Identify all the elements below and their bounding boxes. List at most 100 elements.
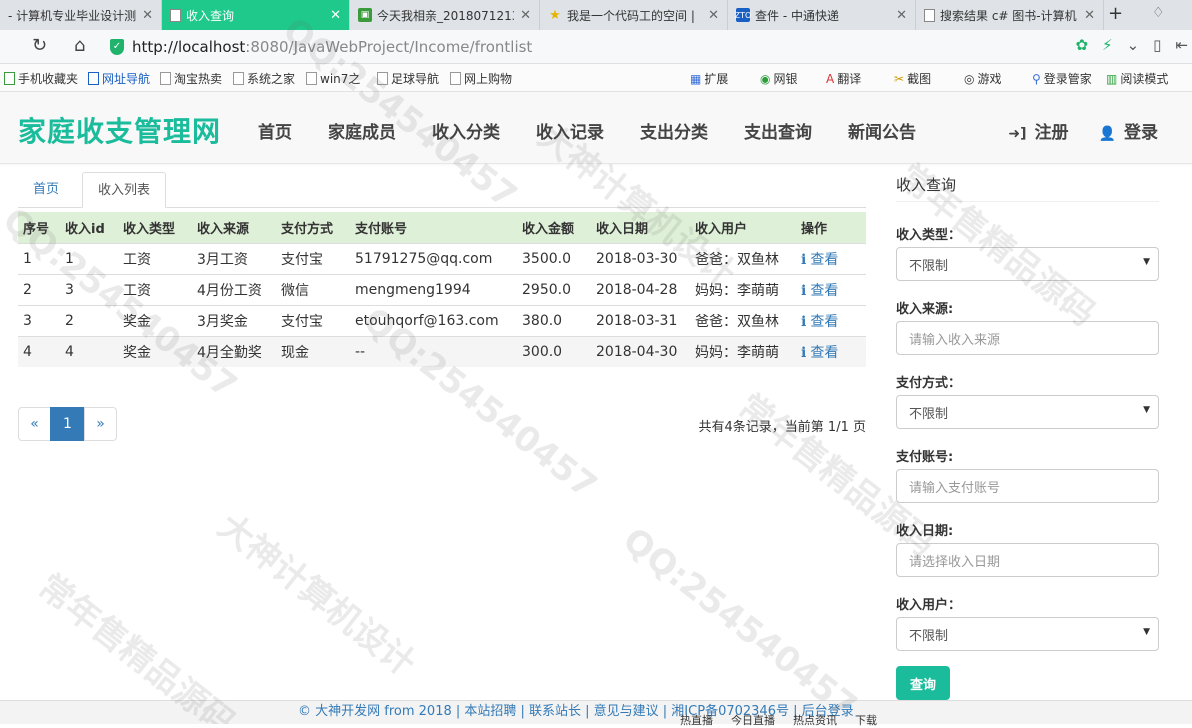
phone-icon [4, 72, 15, 85]
close-icon[interactable]: ✕ [142, 8, 153, 23]
cell-method: 支付宝 [276, 242, 350, 274]
ebank-icon: ◉ [760, 71, 771, 86]
status-item[interactable]: 热点资讯 [793, 712, 837, 728]
table-row: 4 4 奖金 4月全勤奖 现金 -- 300.0 2018-04-30 妈妈：李… [18, 335, 866, 367]
user-label: 收入用户： [896, 598, 962, 613]
nav-home[interactable]: 首页 [258, 118, 292, 143]
page-icon [170, 8, 181, 22]
reload-icon[interactable]: ↻ [32, 35, 47, 56]
cell-no: 1 [18, 242, 60, 274]
games-button[interactable]: ◎ 游戏 [964, 70, 1002, 87]
site-brand[interactable]: 家庭收支管理网 [18, 110, 221, 150]
menu-icon[interactable]: ⇤ [1175, 36, 1188, 54]
info-icon: i [801, 251, 807, 268]
breadcrumb-tabs: 首页 收入列表 [18, 164, 866, 208]
close-icon[interactable]: ✕ [708, 8, 719, 23]
browser-tab[interactable]: - 计算机专业毕业设计测 ✕ [0, 0, 162, 30]
income-date-input[interactable]: 请选择收入日期 [896, 543, 1159, 577]
nav-income-records[interactable]: 收入记录 [536, 118, 604, 143]
nav-news[interactable]: 新闻公告 [848, 118, 916, 143]
status-item[interactable]: 下载 [855, 712, 877, 728]
bookmark-item[interactable]: 手机收藏夹 [4, 70, 78, 87]
mobile-icon[interactable]: ▯ [1153, 36, 1161, 54]
close-icon[interactable]: ✕ [1084, 8, 1095, 23]
cell-id: 2 [60, 304, 118, 336]
nav-expense-query[interactable]: 支出查询 [744, 118, 812, 143]
browser-tab[interactable]: ZTO 查件 - 中通快递 ✕ [728, 0, 916, 30]
page-icon [377, 72, 388, 85]
caret-down-icon: ▼ [1143, 405, 1150, 415]
browser-tab-title: 查件 - 中通快递 [755, 8, 839, 23]
view-link[interactable]: i 查看 [796, 273, 866, 305]
cell-user: 爸爸：双鱼林 [690, 242, 796, 274]
column-header: 收入金额 [517, 212, 591, 243]
view-link[interactable]: i 查看 [796, 304, 866, 336]
column-header: 收入日期 [591, 212, 690, 243]
column-header: 收入id [60, 212, 118, 243]
nav-expense-categories[interactable]: 支出分类 [640, 118, 708, 143]
page-button-current[interactable]: 1 [50, 407, 85, 441]
browser-tab[interactable]: 搜索结果 c# 图书-计算机 ✕ [916, 0, 1104, 30]
view-link[interactable]: i 查看 [796, 335, 866, 367]
cell-amount: 3500.0 [517, 242, 591, 274]
select-value: 不限制 [909, 406, 949, 422]
register-link[interactable]: ➜] 注册 [1008, 118, 1068, 143]
payment-method-select[interactable]: 不限制 ▼ [896, 395, 1159, 429]
method-label: 支付方式： [896, 376, 962, 391]
bookmark-item[interactable]: 足球导航 [377, 70, 439, 87]
zto-favicon-icon: ZTO [735, 8, 751, 22]
next-page-button[interactable]: » [84, 407, 117, 441]
close-icon[interactable]: ✕ [896, 8, 907, 23]
payment-account-input[interactable]: 请输入支付账号 [896, 469, 1159, 503]
bookmark-item[interactable]: win7之 [306, 70, 360, 87]
translate-button[interactable]: A 翻译 [826, 70, 861, 87]
skin-icon[interactable]: ♢ [1152, 5, 1165, 21]
watermark-text: QQ:254540457 [615, 520, 865, 724]
nav-family-members[interactable]: 家庭成员 [328, 118, 396, 143]
prev-page-button[interactable]: « [18, 407, 51, 441]
query-button[interactable]: 查询 [896, 666, 950, 700]
ebank-button[interactable]: ◉ 网银 [760, 70, 798, 87]
home-icon[interactable]: ⌂ [74, 35, 85, 56]
browser-tab[interactable]: ▣ 今天我相亲_2018071213 ✕ [350, 0, 540, 30]
table-row: 2 3 工资 4月份工资 微信 mengmeng1994 2950.0 2018… [18, 273, 866, 305]
extensions-button[interactable]: ▦ 扩展 [690, 70, 728, 87]
tab-home[interactable]: 首页 [18, 172, 74, 208]
nav-income-categories[interactable]: 收入分类 [432, 118, 500, 143]
bookmark-item[interactable]: 系统之家 [233, 70, 295, 87]
income-user-select[interactable]: 不限制 ▼ [896, 617, 1159, 651]
bookmark-label: win7之 [320, 72, 361, 86]
lightning-icon[interactable]: ⚡ [1102, 36, 1113, 54]
toolbar-label: 截图 [907, 72, 932, 86]
cell-type: 奖金 [118, 304, 192, 336]
input-placeholder: 请输入支付账号 [909, 480, 1001, 496]
close-icon[interactable]: ✕ [330, 8, 341, 23]
chevron-down-icon[interactable]: ⌄ [1127, 36, 1140, 54]
screenshot-button[interactable]: ✂ 截图 [894, 70, 931, 87]
view-label: 查看 [810, 313, 839, 330]
status-item[interactable]: 今日直播 [731, 712, 775, 728]
sign-in-icon: ➜] [1008, 126, 1027, 142]
new-tab-icon[interactable]: + [1108, 3, 1123, 24]
tab-income-list[interactable]: 收入列表 [82, 172, 167, 208]
login-manager-button[interactable]: ⚲ 登录管家 [1032, 70, 1092, 87]
close-icon[interactable]: ✕ [520, 8, 531, 23]
status-item[interactable]: 热直播 [680, 712, 713, 728]
view-link[interactable]: i 查看 [796, 242, 866, 274]
bookmark-label: 淘宝热卖 [174, 72, 223, 86]
bookmark-item[interactable]: 淘宝热卖 [160, 70, 222, 87]
browser-tab-active[interactable]: 收入查询 ✕ [162, 0, 350, 30]
income-type-select[interactable]: 不限制 ▼ [896, 247, 1159, 281]
column-header: 收入用户 [690, 212, 796, 243]
input-placeholder: 请选择收入日期 [909, 554, 1001, 570]
bookmark-item[interactable]: 网上购物 [450, 70, 512, 87]
spinner-icon[interactable]: ✿ [1075, 36, 1088, 54]
bookmark-item[interactable]: 网址导航 [88, 70, 150, 87]
url-field[interactable]: ✓ http://localhost:8080/JavaWebProject/I… [110, 33, 1140, 61]
income-source-input[interactable]: 请输入收入来源 [896, 321, 1159, 355]
page-icon [924, 8, 935, 22]
browser-tab[interactable]: ★ 我是一个代码工的空间 | ✕ [540, 0, 728, 30]
bookmark-label: 足球导航 [391, 72, 440, 86]
login-link[interactable]: 👤 登录 [1099, 118, 1158, 143]
reading-mode-button[interactable]: ▥ 阅读模式 [1106, 70, 1168, 87]
